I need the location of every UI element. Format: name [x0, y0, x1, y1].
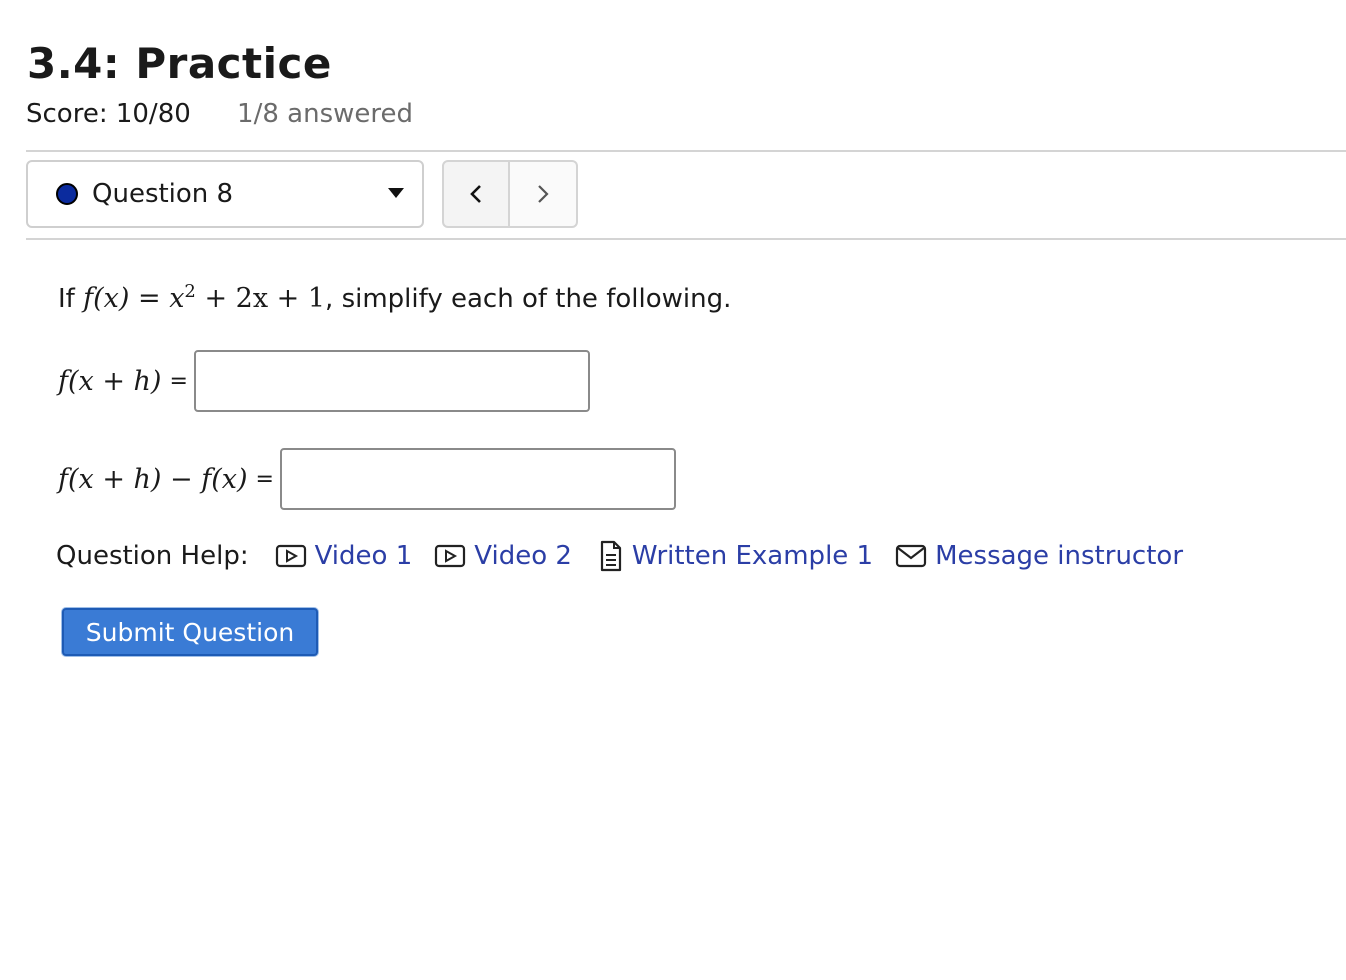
answered-count: 1/8 answered — [237, 99, 413, 129]
function-lhs: f(x) = — [83, 283, 161, 314]
answer-input-1[interactable] — [193, 350, 590, 412]
written-example-label: Written Example 1 — [631, 541, 874, 571]
answer-input-2[interactable] — [279, 448, 676, 510]
part-1-row: f(x + h) = — [58, 350, 590, 412]
score-text: Score: 10/80 — [26, 99, 191, 129]
message-instructor-label: Message instructor — [935, 541, 1184, 571]
part-2-equals: = — [255, 466, 274, 492]
question-select-label: Question 8 — [92, 179, 234, 209]
previous-question-button[interactable] — [442, 160, 510, 228]
function-definition: f(x) = x2 + 2x + 1 — [83, 281, 326, 314]
question-text: If f(x) = x2 + 2x + 1, simplify each of … — [58, 272, 731, 319]
message-instructor-link[interactable]: Message instructor — [895, 536, 1183, 576]
function-exponent: 2 — [184, 281, 196, 302]
video-1-link[interactable]: Video 1 — [275, 536, 413, 576]
divider-bottom — [26, 238, 1346, 240]
video-icon — [275, 544, 306, 568]
envelope-icon — [895, 544, 927, 568]
video-1-label: Video 1 — [314, 541, 413, 571]
page-title: 3.4: Practice — [27, 39, 332, 88]
written-example-link[interactable]: Written Example 1 — [598, 536, 873, 576]
video-icon — [435, 544, 466, 568]
submit-question-button[interactable]: Submit Question — [62, 608, 318, 656]
question-help-label: Question Help: — [56, 541, 249, 571]
next-question-button[interactable] — [510, 160, 578, 228]
part-2-row: f(x + h) − f(x) = — [58, 448, 676, 510]
chevron-left-icon — [470, 185, 481, 203]
score-row: Score: 10/80 1/8 answered — [26, 96, 413, 132]
part-2-expression: f(x + h) − f(x) — [58, 463, 248, 495]
question-select[interactable]: Question 8 — [26, 160, 424, 228]
divider-top — [26, 150, 1346, 152]
question-suffix: , simplify each of the following. — [325, 284, 732, 314]
question-nav — [442, 160, 578, 228]
document-icon — [600, 540, 622, 572]
video-2-link[interactable]: Video 2 — [434, 536, 572, 576]
chevron-right-icon — [538, 185, 549, 203]
function-rhs: + 2x + 1 — [204, 283, 326, 314]
video-2-label: Video 2 — [474, 541, 572, 571]
function-base: x — [169, 283, 185, 314]
part-1-equals: = — [169, 368, 188, 394]
dropdown-caret-icon — [388, 188, 404, 198]
question-prefix: If — [58, 284, 75, 314]
question-help: Question Help: Video 1 Video 2 Written E… — [56, 536, 1183, 576]
question-status-icon — [56, 183, 78, 205]
part-1-expression: f(x + h) — [58, 365, 162, 397]
